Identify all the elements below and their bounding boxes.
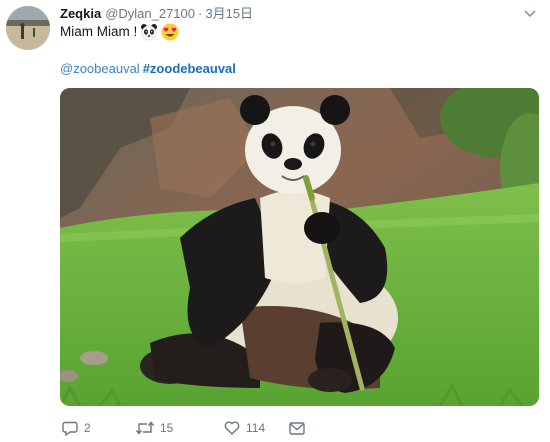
reply-button[interactable]: 2 [62,418,91,438]
retweet-count: 15 [160,421,174,435]
retweet-icon [136,421,154,435]
panda-face-icon [140,23,158,41]
author-name[interactable]: Zeqkia [60,6,101,21]
like-button[interactable]: 114 [224,418,265,438]
tweet-text-body: Miam Miam ! [60,24,138,39]
chevron-down-icon[interactable] [521,6,539,22]
tweet-text: Miam Miam ! [60,22,179,42]
tweet-photo[interactable] [60,88,539,406]
retweet-button[interactable]: 15 [136,418,173,438]
author-handle[interactable]: @Dylan_27100 [105,6,195,21]
direct-message-button[interactable] [289,418,305,438]
hashtag-link[interactable]: #zoodebeauval [143,61,236,76]
mention-link[interactable]: @zoobeauval [60,61,140,76]
envelope-icon [289,421,305,435]
tweet-tags: @zoobeauval #zoodebeauval [60,61,236,77]
reply-count: 2 [84,421,91,435]
avatar[interactable] [6,6,50,50]
heart-icon [224,421,240,435]
heart-eyes-icon [161,23,179,41]
reply-icon [62,421,78,436]
tweet-header: Zeqkia @Dylan_27100 · 3月15日 [60,5,253,23]
separator-dot: · [198,6,203,21]
tweet-card[interactable]: Zeqkia @Dylan_27100·3月15日 Miam Miam ! [0,0,550,442]
tweet-date[interactable]: 3月15日 [205,6,253,21]
like-count: 114 [246,421,266,435]
